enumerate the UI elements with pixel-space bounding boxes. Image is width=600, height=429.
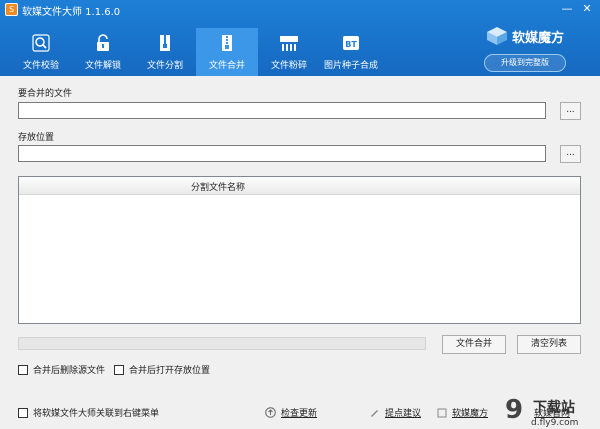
- suggest-label: 提点建议: [385, 409, 422, 419]
- tab-label: 文件粉碎: [270, 61, 307, 71]
- open-location-checkbox[interactable]: 合并后打开存放位置: [114, 363, 210, 376]
- upgrade-button[interactable]: 升级到完整版: [484, 54, 566, 72]
- magnifier-icon: [32, 34, 50, 52]
- tab-label: 图片种子合成: [323, 61, 378, 71]
- mofang-icon: [437, 408, 447, 417]
- tab-label: 文件合并: [208, 61, 245, 71]
- save-location-input[interactable]: [18, 145, 546, 162]
- list-header: 分割文件名称: [19, 177, 580, 195]
- watermark-logo: 9 下载站 d.fly9.com: [505, 395, 578, 428]
- merge-button[interactable]: 文件合并: [442, 335, 506, 354]
- zipper-icon: [160, 35, 170, 51]
- watermark-mark: 9: [505, 395, 523, 425]
- checkbox-label: 合并后删除源文件: [33, 366, 106, 376]
- tab-file-merge[interactable]: 文件合并: [196, 28, 258, 76]
- close-button[interactable]: ✕: [578, 1, 596, 17]
- tab-label: 文件校验: [22, 61, 59, 71]
- split-file-list[interactable]: 分割文件名称: [18, 176, 581, 324]
- app-logo-icon: S: [5, 3, 18, 16]
- cube-logo-icon: [487, 27, 507, 45]
- browse-merge-file-button[interactable]: ...: [560, 102, 581, 120]
- tab-file-unlock[interactable]: 文件解锁: [72, 28, 134, 76]
- tab-label: 文件解锁: [84, 61, 121, 71]
- title-bar: S 软媒文件大师 1.1.6.0 — ✕: [0, 0, 600, 20]
- checkbox-label: 将软媒文件大师关联到右键菜单: [33, 409, 160, 419]
- minimize-button[interactable]: —: [558, 1, 576, 17]
- delete-source-checkbox[interactable]: 合并后删除源文件: [18, 363, 105, 376]
- shredder-icon: [280, 36, 298, 51]
- header-bar: S 软媒文件大师 1.1.6.0 — ✕ 文件校验 文件解锁 文件分割 文件合并…: [0, 0, 600, 76]
- tab-image-seed[interactable]: BT 图片种子合成: [320, 28, 382, 76]
- update-arrow-icon: [265, 407, 276, 418]
- brand-name: 软媒魔方: [512, 30, 565, 46]
- bt-icon: BT: [343, 36, 359, 50]
- bt-icon-text: BT: [345, 40, 357, 49]
- merge-file-label: 要合并的文件: [18, 89, 73, 99]
- progress-bar: [18, 337, 426, 350]
- checkbox-box[interactable]: [18, 364, 28, 375]
- check-update-label: 检查更新: [281, 409, 318, 419]
- pencil-icon: [371, 410, 378, 417]
- ruanmei-mofang-link[interactable]: 软媒魔方: [437, 406, 488, 419]
- checkbox-box[interactable]: [18, 407, 28, 418]
- ruanmei-mofang-label: 软媒魔方: [452, 409, 489, 419]
- checkbox-box[interactable]: [114, 364, 124, 375]
- tab-file-shred[interactable]: 文件粉碎: [258, 28, 320, 76]
- tab-file-verify[interactable]: 文件校验: [10, 28, 72, 76]
- window-title: 软媒文件大师 1.1.6.0: [22, 7, 121, 18]
- zipper-merge-icon: [222, 35, 232, 51]
- save-location-label: 存放位置: [18, 133, 55, 143]
- watermark-domain: d.fly9.com: [531, 418, 578, 428]
- clear-list-button[interactable]: 清空列表: [517, 335, 581, 354]
- suggest-link[interactable]: 提点建议: [369, 406, 421, 419]
- merge-file-input[interactable]: [18, 102, 546, 119]
- tab-label: 文件分割: [146, 61, 183, 71]
- browse-save-location-button[interactable]: ...: [560, 145, 581, 163]
- context-menu-checkbox[interactable]: 将软媒文件大师关联到右键菜单: [18, 406, 159, 419]
- checkbox-label: 合并后打开存放位置: [129, 366, 211, 376]
- check-update-link[interactable]: 检查更新: [265, 406, 317, 419]
- watermark-text: 下载站: [533, 399, 575, 416]
- brand-logo[interactable]: 软媒魔方: [486, 26, 564, 46]
- column-header-split-file-name[interactable]: 分割文件名称: [191, 180, 245, 193]
- main-toolbar: 文件校验 文件解锁 文件分割 文件合并 文件粉碎 BT 图片种子合成: [10, 28, 382, 76]
- tab-file-split[interactable]: 文件分割: [134, 28, 196, 76]
- unlock-icon: [97, 34, 109, 51]
